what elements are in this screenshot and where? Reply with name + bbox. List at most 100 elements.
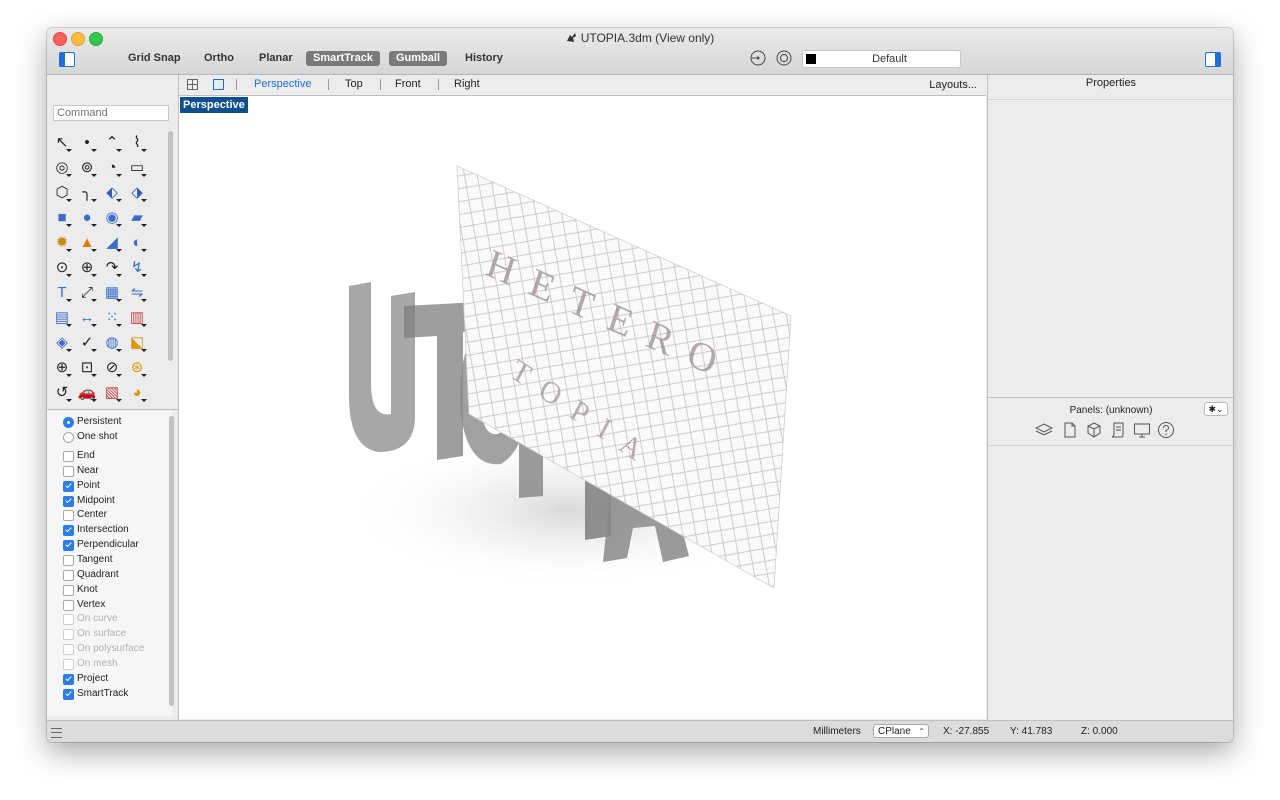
join-icon[interactable]: ⊕ bbox=[76, 256, 98, 278]
rotate-view-icon[interactable]: ↺ bbox=[51, 381, 73, 403]
radio-button[interactable] bbox=[63, 432, 74, 443]
tab-top[interactable]: Top bbox=[345, 78, 363, 90]
checkbox[interactable] bbox=[63, 480, 74, 492]
mode-history-button[interactable]: History bbox=[458, 51, 510, 66]
osnap-label: Point bbox=[77, 479, 100, 491]
polygon-icon[interactable]: ⬡ bbox=[51, 181, 73, 203]
osnap-scrollbar[interactable] bbox=[169, 416, 174, 706]
object-cube-icon[interactable] bbox=[1085, 421, 1103, 439]
checkbox[interactable] bbox=[63, 525, 74, 537]
osnap-label: Knot bbox=[77, 583, 98, 595]
block-icon[interactable]: ▤ bbox=[51, 306, 73, 328]
rectangle-icon[interactable]: ▭ bbox=[126, 156, 148, 178]
toggle-right-sidebar-icon[interactable] bbox=[1205, 52, 1221, 67]
point-icon[interactable]: • bbox=[76, 131, 98, 153]
notes-scroll-icon[interactable] bbox=[1109, 421, 1127, 439]
panels-gear-menu-icon[interactable]: ✱⌄ bbox=[1204, 402, 1228, 416]
cylinder-icon[interactable]: ◉ bbox=[101, 206, 123, 228]
grid-array-icon[interactable]: ⁙ bbox=[101, 306, 123, 328]
checkbox[interactable] bbox=[63, 451, 74, 462]
checkbox bbox=[63, 629, 74, 641]
split-icon[interactable]: ◢ bbox=[101, 231, 123, 253]
right-panel-divider[interactable] bbox=[988, 397, 1233, 398]
record-history-icon[interactable] bbox=[750, 50, 766, 66]
checkbox[interactable] bbox=[63, 554, 74, 566]
tab-perspective[interactable]: Perspective bbox=[254, 78, 311, 90]
arc-icon[interactable]: ◔ bbox=[101, 156, 123, 178]
mirror-icon[interactable]: ⇋ bbox=[126, 281, 148, 303]
osnap-label: On mesh bbox=[77, 657, 118, 669]
edit-points-icon[interactable]: ↯ bbox=[126, 256, 148, 278]
checkbox[interactable] bbox=[63, 584, 74, 596]
radio-button[interactable] bbox=[63, 417, 74, 428]
box-solid-icon[interactable]: ■ bbox=[51, 206, 73, 228]
boolean-icon[interactable]: ◐ bbox=[126, 231, 148, 253]
mode-smarttrack-button[interactable]: SmartTrack bbox=[306, 51, 380, 66]
osnap-label: On polysurface bbox=[77, 643, 145, 655]
current-layer-dropdown[interactable]: Default bbox=[802, 50, 961, 68]
zoom-selected-icon[interactable]: ⊛ bbox=[126, 356, 148, 378]
rebuild-icon[interactable]: ↷ bbox=[101, 256, 123, 278]
layouts-button[interactable]: Layouts... bbox=[929, 79, 977, 91]
command-input[interactable] bbox=[53, 105, 169, 121]
layers-icon[interactable] bbox=[1035, 421, 1053, 439]
zoom-extents-icon[interactable]: ⊘ bbox=[101, 356, 123, 378]
toggle-left-sidebar-icon[interactable] bbox=[59, 52, 75, 67]
dimension-icon[interactable]: ↔ bbox=[76, 306, 98, 328]
trim-icon[interactable]: ▲ bbox=[76, 231, 98, 253]
render-icon[interactable]: ◈ bbox=[51, 331, 73, 353]
target-osnap-icon[interactable] bbox=[776, 50, 792, 66]
command-history-menu-icon[interactable] bbox=[51, 728, 62, 738]
perspective-viewport[interactable]: HETERO TOPIA Perspective bbox=[179, 96, 986, 719]
fillet-curve-icon[interactable]: ╮ bbox=[76, 181, 98, 203]
scale-icon[interactable]: ⤢ bbox=[76, 281, 98, 303]
curve-icon[interactable]: ⌇ bbox=[126, 131, 148, 153]
checkbox[interactable] bbox=[63, 688, 74, 700]
checkbox[interactable] bbox=[63, 540, 74, 552]
array-icon[interactable]: ▦ bbox=[101, 281, 123, 303]
group-icon[interactable]: ⊙ bbox=[51, 256, 73, 278]
display-monitor-icon[interactable] bbox=[1133, 421, 1151, 439]
tab-front[interactable]: Front bbox=[395, 78, 421, 90]
shaded-icon[interactable]: ◕ bbox=[126, 381, 148, 403]
gear-settings-icon[interactable]: ✹ bbox=[51, 231, 73, 253]
text-icon[interactable]: T bbox=[51, 281, 73, 303]
select-arrow-icon[interactable]: ↖ bbox=[51, 131, 73, 153]
checkbox[interactable] bbox=[63, 599, 74, 611]
mode-planar-button[interactable]: Planar bbox=[252, 51, 300, 66]
analyze-icon[interactable]: ◍ bbox=[101, 331, 123, 353]
document-icon[interactable] bbox=[1061, 421, 1079, 439]
four-viewports-icon[interactable] bbox=[187, 79, 198, 90]
extrude-surface-icon[interactable]: ▰ bbox=[126, 206, 148, 228]
scene-3d: HETERO TOPIA bbox=[339, 165, 799, 591]
circle-icon[interactable]: ◎ bbox=[51, 156, 73, 178]
viewport-title-label[interactable]: Perspective bbox=[180, 97, 248, 113]
tab-right[interactable]: Right bbox=[454, 78, 480, 90]
checkbox[interactable] bbox=[63, 510, 74, 522]
check-icon[interactable]: ✓ bbox=[76, 331, 98, 353]
zoom-window-icon[interactable]: ⊡ bbox=[76, 356, 98, 378]
tool-palette-scrollbar[interactable] bbox=[168, 131, 173, 361]
ellipse-icon[interactable]: ⊚ bbox=[76, 156, 98, 178]
car-icon[interactable]: 🚗 bbox=[76, 381, 98, 403]
sidebar-divider[interactable] bbox=[47, 409, 178, 410]
surface-from-points-icon[interactable]: ⬖ bbox=[101, 181, 123, 203]
cplane-selector[interactable]: CPlane bbox=[873, 724, 929, 739]
checkbox[interactable] bbox=[63, 465, 74, 477]
mode-grid-snap-button[interactable]: Grid Snap bbox=[121, 51, 188, 66]
layout-icon[interactable]: ▧ bbox=[101, 381, 123, 403]
mode-gumball-button[interactable]: Gumball bbox=[389, 51, 448, 66]
single-viewport-icon[interactable] bbox=[213, 79, 224, 90]
polyline-icon[interactable]: ⌃ bbox=[101, 131, 123, 153]
properties-icon[interactable]: ▥ bbox=[126, 306, 148, 328]
units-label: Millimeters bbox=[813, 726, 861, 737]
checkbox[interactable] bbox=[63, 495, 74, 507]
help-icon[interactable] bbox=[1157, 421, 1175, 439]
zoom-icon[interactable]: ⊕ bbox=[51, 356, 73, 378]
paint-icon[interactable]: ⬕ bbox=[126, 331, 148, 353]
sweep-surface-icon[interactable]: ⬗ bbox=[126, 181, 148, 203]
checkbox[interactable] bbox=[63, 673, 74, 685]
sphere-icon[interactable]: ● bbox=[76, 206, 98, 228]
mode-ortho-button[interactable]: Ortho bbox=[197, 51, 241, 66]
checkbox[interactable] bbox=[63, 569, 74, 581]
